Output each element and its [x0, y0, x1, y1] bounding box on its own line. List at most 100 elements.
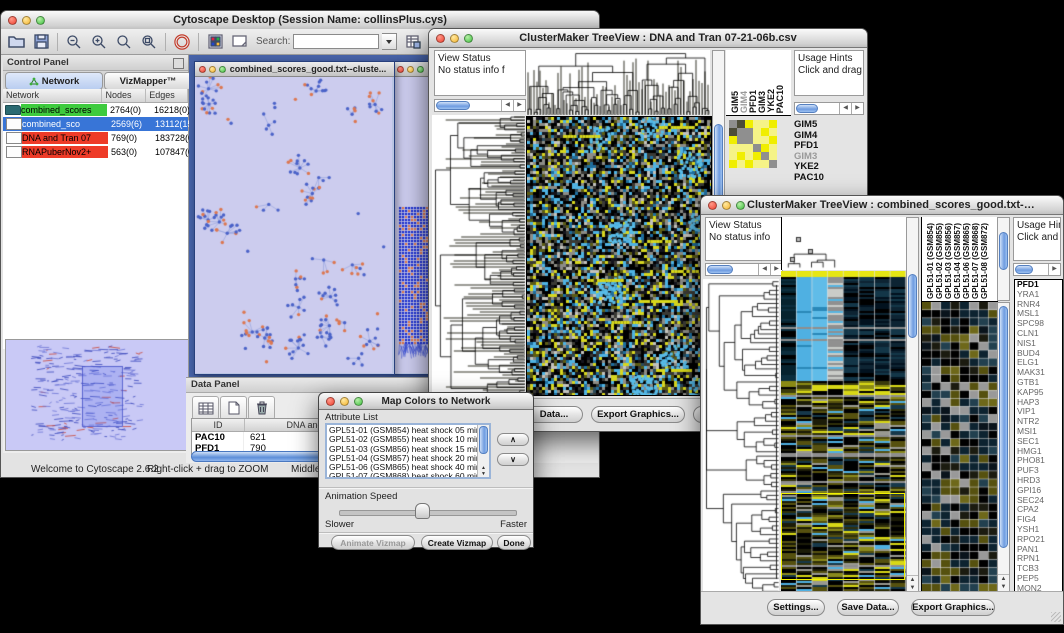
treeview2-titlebar[interactable]: ClusterMaker TreeView : combined_scores_… [701, 196, 1063, 215]
view-status-scrollbar[interactable]: ◀ ▶ [434, 99, 526, 112]
minimize-icon[interactable] [722, 201, 731, 210]
gene-item[interactable]: SEC24 [1017, 496, 1062, 506]
zoom-fit-icon[interactable] [115, 33, 133, 51]
gene-item[interactable]: FIG4 [1017, 515, 1062, 525]
network-view-window-a[interactable]: combined_scores_good.txt--cluste... [194, 61, 395, 375]
search-input[interactable] [293, 34, 379, 49]
tab-vizmapper[interactable]: VizMapper™ [104, 72, 192, 90]
annotation-icon[interactable] [231, 33, 249, 51]
attribute-list-scrollbar[interactable]: ▲▼ [477, 425, 489, 477]
gene-item[interactable]: RPO21 [1017, 535, 1062, 545]
scroll-left-icon[interactable]: ◀ [758, 264, 770, 275]
gene-item[interactable]: MSL1 [1017, 309, 1062, 319]
row-dendrogram[interactable] [432, 115, 525, 395]
scroll-right-icon[interactable]: ▶ [1048, 264, 1060, 275]
gene-item[interactable]: TCB3 [1017, 564, 1062, 574]
close-icon[interactable] [397, 66, 404, 73]
gene-item[interactable]: CPA2 [1017, 505, 1062, 515]
zoom-window-icon[interactable] [36, 16, 45, 25]
gene-item[interactable]: GIM3 [794, 152, 864, 163]
network-view-a-canvas[interactable] [195, 77, 392, 373]
tab-network[interactable]: Network [5, 72, 103, 90]
gene-item[interactable]: KAP95 [1017, 388, 1062, 398]
gene-item[interactable]: PFD1 [794, 141, 864, 152]
network-overview[interactable] [5, 339, 189, 451]
settings-button[interactable]: Settings... [767, 599, 825, 616]
new-attribute-icon[interactable] [220, 396, 247, 420]
zoom-window-icon[interactable] [354, 397, 363, 406]
minimize-icon[interactable] [22, 16, 31, 25]
close-icon[interactable] [708, 201, 717, 210]
network-row[interactable]: combined_scores2764(0)16218(0) [3, 103, 188, 117]
gene-item[interactable]: MSI1 [1017, 427, 1062, 437]
create-vizmap-button[interactable]: Create Vizmap [421, 535, 493, 550]
vizmap-icon[interactable] [206, 33, 224, 51]
network-row[interactable]: RNAPuberNov2+563(0)107847(0) [3, 145, 188, 159]
gene-item[interactable]: PUF3 [1017, 466, 1062, 476]
close-icon[interactable] [8, 16, 17, 25]
scroll-arrows[interactable]: ▲▼ [998, 574, 1009, 591]
open-icon[interactable] [7, 33, 25, 51]
gene-item[interactable]: PHO81 [1017, 456, 1062, 466]
gene-item[interactable]: BUD4 [1017, 349, 1062, 359]
gene-item[interactable]: PFD1 [1017, 280, 1062, 290]
minimize-icon[interactable] [450, 34, 459, 43]
gene-item[interactable]: RPN1 [1017, 554, 1062, 564]
slider-thumb[interactable] [415, 503, 430, 519]
minimize-icon[interactable] [209, 66, 216, 73]
help-icon[interactable] [173, 33, 191, 51]
gene-item[interactable]: HRD3 [1017, 476, 1062, 486]
attribute-list[interactable]: GPL51-01 (GSM854) heat shock 05 minGPL51… [325, 423, 491, 479]
gene-item[interactable]: VIP1 [1017, 407, 1062, 417]
search-dropdown-icon[interactable] [382, 33, 397, 50]
window-controls[interactable] [8, 16, 45, 25]
zoom-window-icon[interactable] [464, 34, 473, 43]
zoom-window-icon[interactable] [736, 201, 745, 210]
gene-item[interactable]: CLN1 [1017, 329, 1062, 339]
row-dendrogram[interactable] [703, 279, 779, 593]
gene-item[interactable]: RNR4 [1017, 300, 1062, 310]
gene-item[interactable]: MAK31 [1017, 368, 1062, 378]
scroll-arrows[interactable]: ▲▼ [478, 465, 489, 477]
dialog-titlebar[interactable]: Map Colors to Network [319, 393, 533, 410]
gene-item[interactable]: YRA1 [1017, 290, 1062, 300]
move-down-button[interactable]: ∨ [497, 453, 529, 466]
gene-item[interactable]: SPC98 [1017, 319, 1062, 329]
column-dendrogram[interactable] [526, 50, 710, 115]
network-row[interactable]: DNA and Tran 07769(0)183728(0) [3, 131, 188, 145]
table-import-icon[interactable] [404, 33, 422, 51]
save-icon[interactable] [32, 33, 50, 51]
gene-item[interactable]: HAP3 [1017, 398, 1062, 408]
attribute-item[interactable]: GPL51-07 (GSM868) heat shock 60 min [329, 472, 477, 479]
zoom-heatmap[interactable] [729, 120, 777, 168]
close-icon[interactable] [436, 34, 445, 43]
usage-hints-scrollbar[interactable]: ▶ [1013, 263, 1061, 276]
gene-item[interactable]: GIM4 [794, 131, 864, 142]
move-up-button[interactable]: ∧ [497, 433, 529, 446]
close-icon[interactable] [326, 397, 335, 406]
save-data-button[interactable]: Save Data... [837, 599, 899, 616]
network-row[interactable]: combined_sco2569(6)13112(15) [3, 117, 188, 131]
network-view-a-titlebar[interactable]: combined_scores_good.txt--cluste... [195, 62, 394, 77]
gene-item[interactable]: PEP5 [1017, 574, 1062, 584]
export-graphics-button[interactable]: Export Graphics... [591, 406, 685, 423]
gene-item[interactable]: YKE2 [794, 162, 864, 173]
gene-item[interactable]: GTB1 [1017, 378, 1062, 388]
column-dendrogram[interactable] [781, 217, 907, 270]
heatmap[interactable] [526, 116, 712, 396]
animate-vizmap-button[interactable]: Animate Vizmap [331, 535, 415, 550]
zoom-in-icon[interactable] [90, 33, 108, 51]
zoom-window-icon[interactable] [417, 66, 424, 73]
scroll-right-icon[interactable]: ▶ [851, 103, 863, 114]
gene-item[interactable]: SEC1 [1017, 437, 1062, 447]
resize-grip[interactable] [1051, 612, 1061, 622]
gene-list[interactable]: GIM5GIM4PFD1GIM3YKE2PAC10 [794, 120, 864, 183]
treeview1-titlebar[interactable]: ClusterMaker TreeView : DNA and Tran 07-… [429, 29, 867, 48]
gene-item[interactable]: NTR2 [1017, 417, 1062, 427]
scroll-left-icon[interactable]: ◀ [501, 100, 513, 111]
minimize-icon[interactable] [340, 397, 349, 406]
gene-item[interactable]: GIM5 [794, 120, 864, 131]
gene-item[interactable]: YSH1 [1017, 525, 1062, 535]
zoom-window-icon[interactable] [219, 66, 226, 73]
minimize-icon[interactable] [407, 66, 414, 73]
